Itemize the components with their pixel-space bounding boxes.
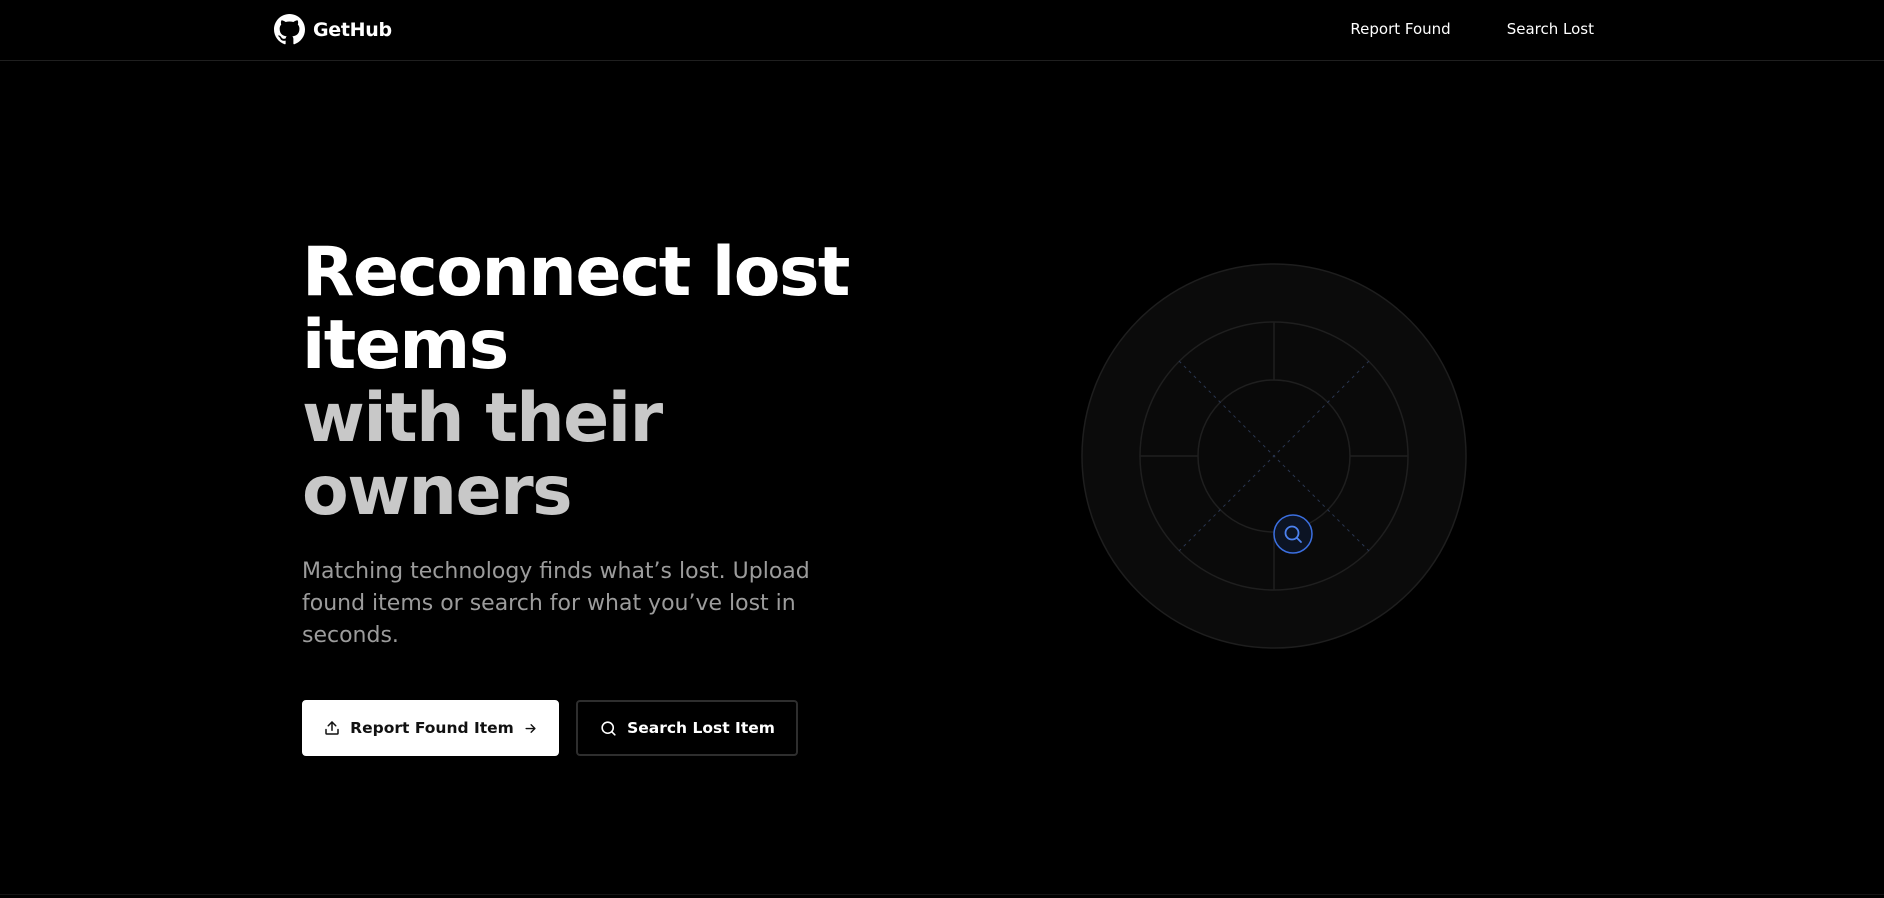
arrow-right-icon [525,723,536,733]
hero-title-line-2: with their owners [302,379,663,531]
hero-title-line-1: Reconnect lost items [302,233,850,385]
report-found-item-label: Report Found Item [350,719,514,737]
brand-name: GetHub [313,18,392,41]
top-navigation-bar: GetHub Report Found Search Lost [0,0,1884,61]
hero-title: Reconnect lost items with their owners [302,236,942,528]
hero-subtitle: Matching technology finds what’s lost. U… [302,559,810,648]
nav-report-found-link[interactable]: Report Found [1350,20,1450,38]
search-lost-item-label: Search Lost Item [627,719,775,737]
main-nav: Report Found Search Lost [1350,20,1594,38]
search-lost-item-button[interactable]: Search Lost Item [576,700,798,756]
report-found-item-button[interactable]: Report Found Item [302,700,559,756]
radar-graphic [1081,263,1467,649]
github-octocat-icon [274,14,305,45]
upload-icon [325,721,339,735]
hero-section: Reconnect lost items with their owners M… [302,236,942,756]
footer-divider [0,894,1884,895]
search-icon [601,720,616,736]
radar-search-marker [1273,514,1313,554]
hero-actions: Report Found Item Search Lost Item [302,700,942,756]
nav-search-lost-link[interactable]: Search Lost [1507,20,1594,38]
brand-logo-link[interactable]: GetHub [274,14,392,45]
